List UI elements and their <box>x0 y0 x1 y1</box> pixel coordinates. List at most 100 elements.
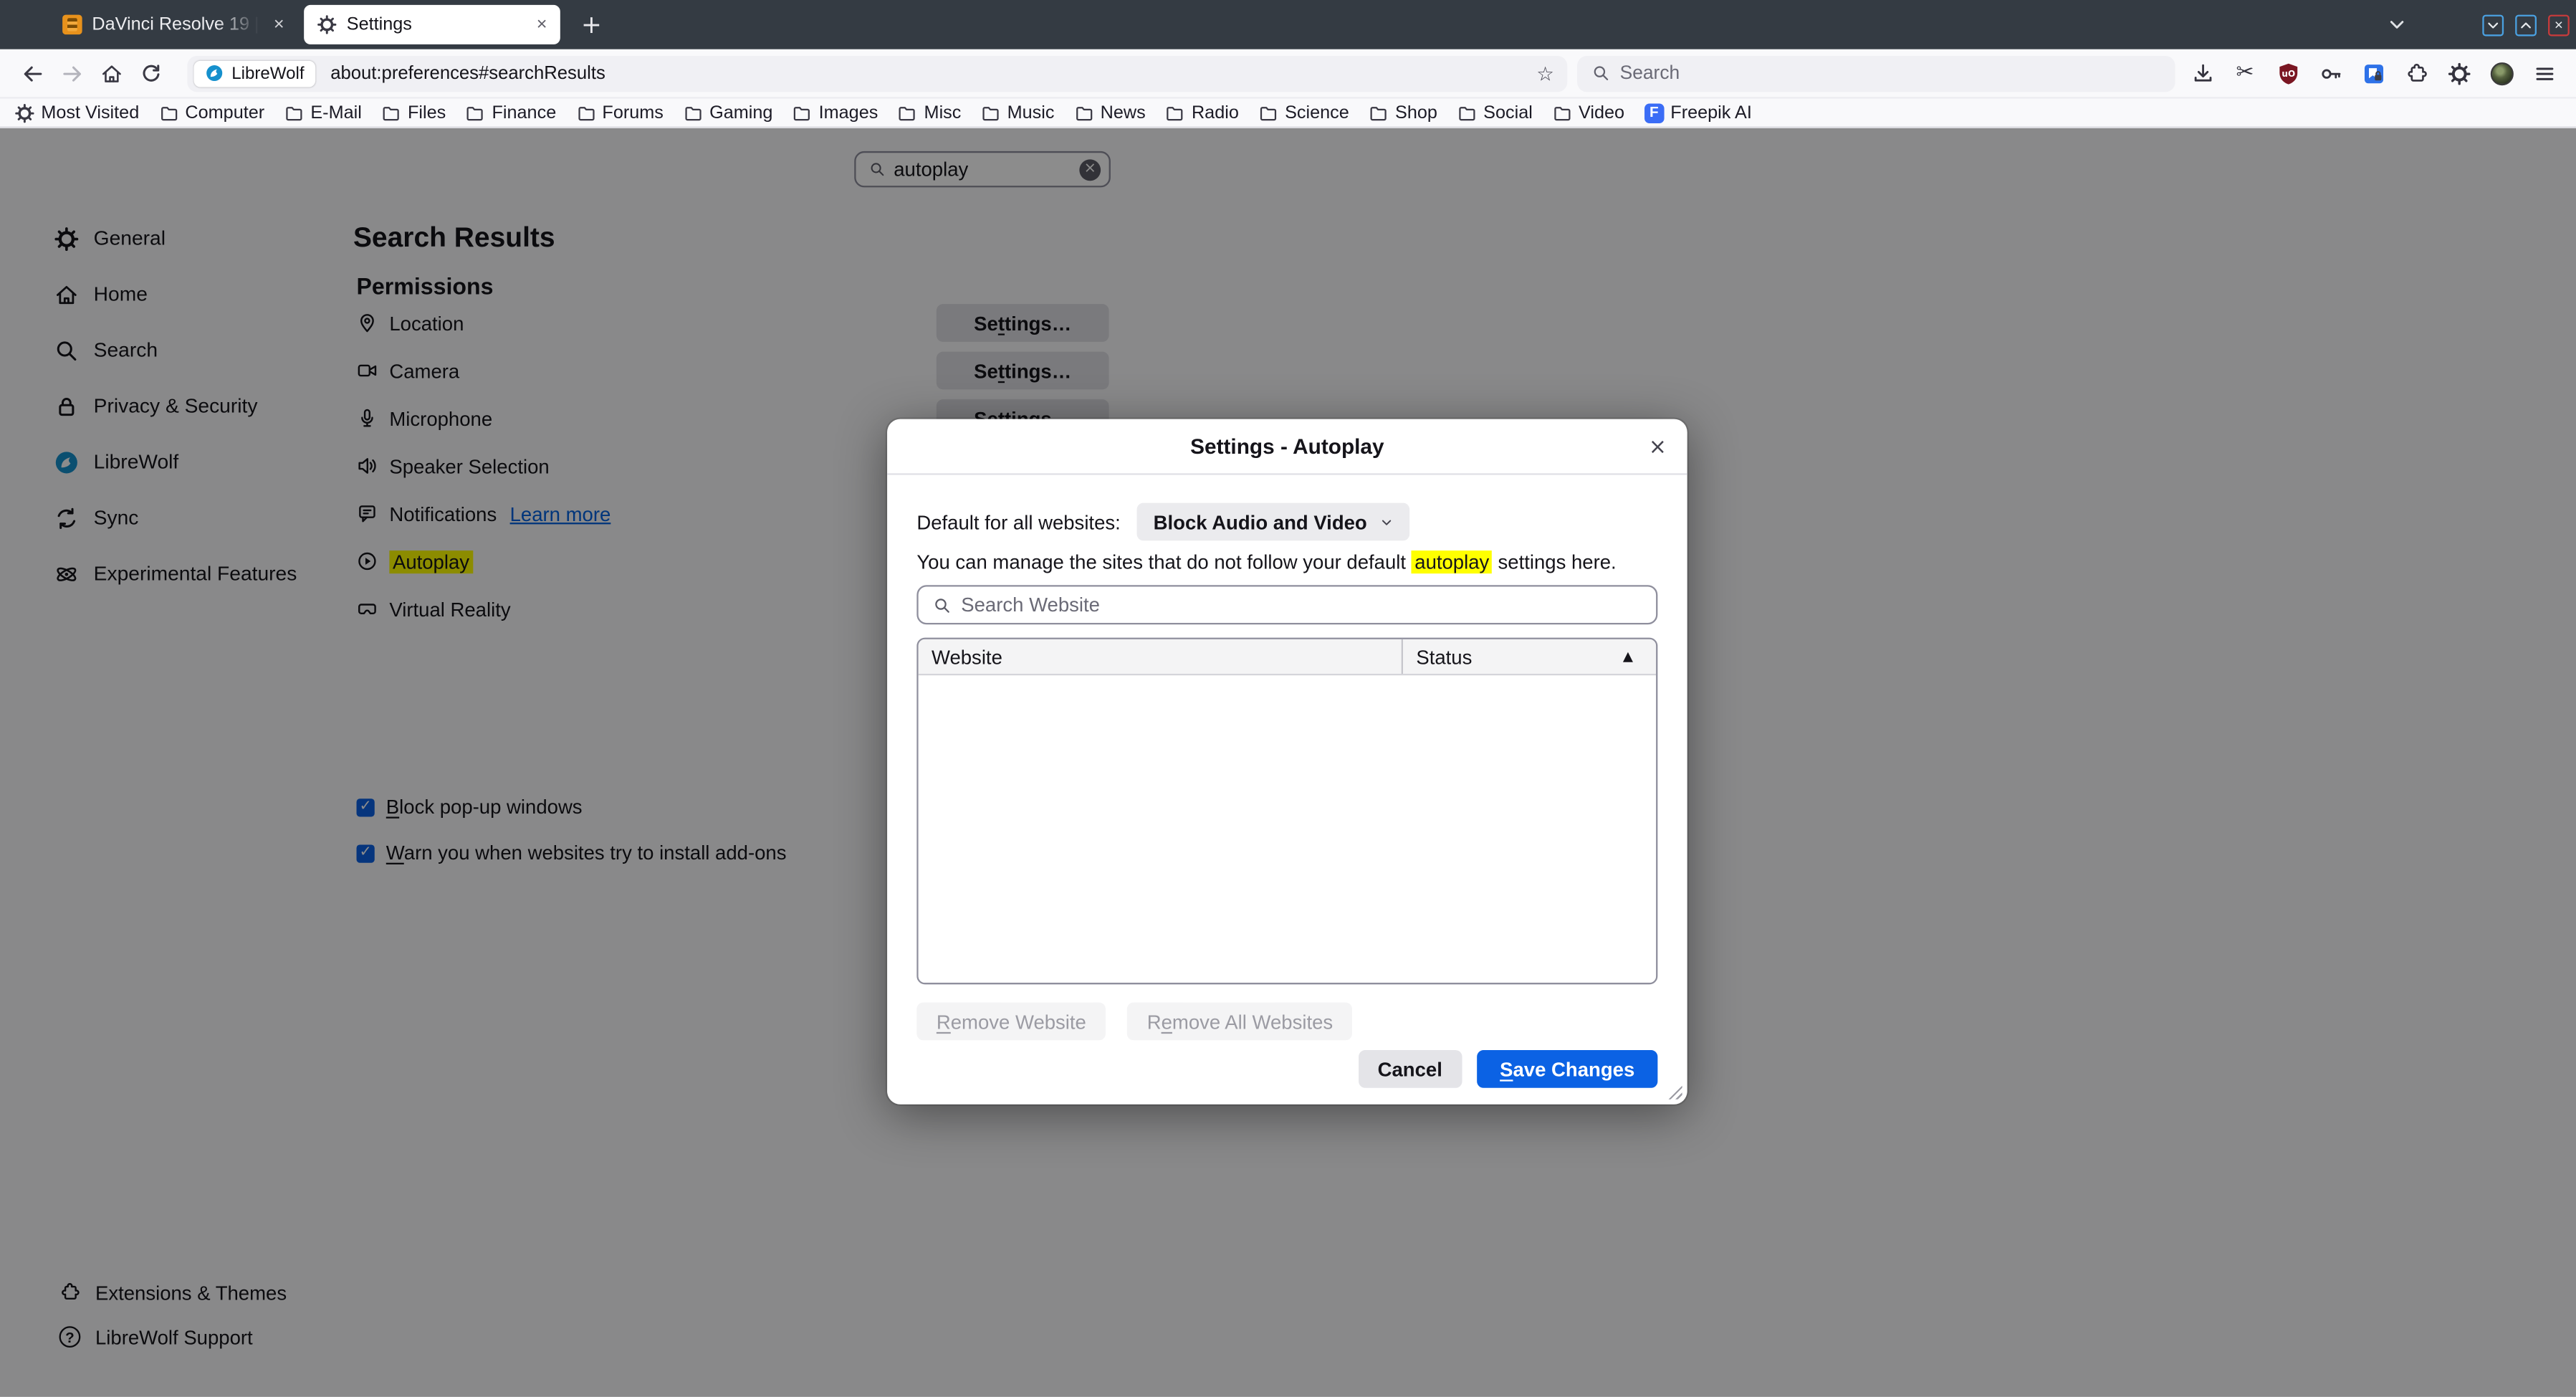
bookmark-folder-files[interactable]: Files <box>381 102 446 123</box>
extensions-puzzle-icon[interactable] <box>2403 61 2428 85</box>
save-changes-button[interactable]: Save Changes <box>1477 1050 1657 1088</box>
search-input[interactable] <box>1620 63 2175 83</box>
ublock-origin-icon[interactable] <box>2275 61 2299 85</box>
website-search-input[interactable] <box>961 593 1656 616</box>
dialog-title: Settings - Autoplay <box>1190 434 1384 458</box>
gear-icon <box>317 15 337 35</box>
remove-website-button[interactable]: Remove Website <box>916 1003 1106 1041</box>
bookmark-folder-images[interactable]: Images <box>793 102 878 123</box>
folder-icon <box>1369 102 1389 123</box>
tab-settings[interactable]: Settings × <box>304 5 560 44</box>
tab-bar: DaVinci Resolve 19 | Blackm × Settings ×… <box>0 0 2576 49</box>
back-button[interactable] <box>13 54 52 93</box>
dialog-close-icon[interactable]: × <box>1644 434 1671 460</box>
tab-title: DaVinci Resolve 19 | Blackm <box>92 15 264 35</box>
librewolf-logo-icon <box>206 64 224 82</box>
bookmark-folder-gaming[interactable]: Gaming <box>683 102 772 123</box>
tab-close-icon[interactable]: × <box>274 16 284 34</box>
site-identity-badge[interactable]: LibreWolf <box>194 60 316 87</box>
bookmark-folder-shop[interactable]: Shop <box>1369 102 1437 123</box>
remove-buttons-row: Remove Website Remove All Websites <box>916 1003 1657 1041</box>
search-icon <box>1592 64 1610 82</box>
folder-icon <box>898 102 918 123</box>
folder-icon <box>1074 102 1094 123</box>
dialog-description: You can manage the sites that do not fol… <box>916 550 1657 573</box>
folder-icon <box>1165 102 1185 123</box>
bookmark-star-icon[interactable]: ☆ <box>1536 62 1554 85</box>
site-badge-label: LibreWolf <box>231 63 304 83</box>
folder-icon <box>1552 102 1572 123</box>
bookmark-folder-misc[interactable]: Misc <box>898 102 962 123</box>
folder-icon <box>1457 102 1477 123</box>
bookmark-folder-music[interactable]: Music <box>981 102 1055 123</box>
minimize-button[interactable] <box>2482 14 2504 35</box>
privacy-extension-icon[interactable] <box>2361 61 2385 85</box>
reload-button[interactable] <box>131 54 171 93</box>
bookmark-folder-finance[interactable]: Finance <box>466 102 556 123</box>
search-bar[interactable] <box>1577 55 2175 91</box>
default-policy-row: Default for all websites: Block Audio an… <box>916 503 1657 541</box>
password-key-icon[interactable] <box>2318 61 2342 85</box>
settings-gear-icon[interactable] <box>2446 61 2471 85</box>
maximize-button[interactable] <box>2515 14 2537 35</box>
website-search-field[interactable] <box>916 585 1657 624</box>
websites-table: Website Status ▲ <box>916 638 1657 985</box>
folder-icon <box>576 102 596 123</box>
freepik-icon: F <box>1644 102 1665 123</box>
bookmark-folder-forums[interactable]: Forums <box>576 102 664 123</box>
bookmark-folder-science[interactable]: Science <box>1258 102 1349 123</box>
dialog-actions-row: Cancel Save Changes <box>916 1050 1657 1088</box>
home-button[interactable] <box>92 54 131 93</box>
profile-avatar[interactable] <box>2489 61 2514 85</box>
settings-page: General Home Search Privacy & Security L… <box>0 128 2576 1397</box>
list-all-tabs-button[interactable] <box>2379 6 2415 42</box>
url-text: about:preferences#searchResults <box>330 63 605 83</box>
bookmark-folder-computer[interactable]: Computer <box>159 102 264 123</box>
default-policy-dropdown[interactable]: Block Audio and Video <box>1137 503 1410 541</box>
websites-table-body <box>919 675 1656 983</box>
tab-close-icon[interactable]: × <box>537 16 547 34</box>
cancel-button[interactable]: Cancel <box>1358 1050 1462 1088</box>
bookmark-folder-social[interactable]: Social <box>1457 102 1532 123</box>
sort-ascending-icon: ▲ <box>1623 649 1633 664</box>
chevron-down-icon <box>1380 515 1393 528</box>
menu-hamburger-icon[interactable] <box>2532 61 2556 85</box>
folder-icon <box>284 102 305 123</box>
column-header-website[interactable]: Website <box>919 639 1402 674</box>
folder-icon <box>381 102 401 123</box>
folder-icon <box>683 102 703 123</box>
dialog-body: Default for all websites: Block Audio an… <box>887 475 1687 1088</box>
default-policy-label: Default for all websites: <box>916 510 1120 533</box>
folder-icon <box>159 102 179 123</box>
search-icon <box>933 596 951 614</box>
url-bar[interactable]: LibreWolf about:preferences#searchResult… <box>187 55 1567 91</box>
downloads-icon[interactable] <box>2190 61 2214 85</box>
toolbar-actions: ✂ <box>2175 61 2563 85</box>
bookmark-folder-radio[interactable]: Radio <box>1165 102 1239 123</box>
gear-icon <box>15 102 35 123</box>
bookmark-most-visited[interactable]: Most Visited <box>15 102 140 123</box>
bookmark-folder-video[interactable]: Video <box>1552 102 1624 123</box>
remove-all-websites-button[interactable]: Remove All Websites <box>1127 1003 1353 1041</box>
tab-davinci-resolve[interactable]: DaVinci Resolve 19 | Blackm × <box>49 5 297 44</box>
bookmarks-toolbar: Most Visited Computer E-Mail Files Finan… <box>0 99 2576 128</box>
folder-icon <box>1258 102 1278 123</box>
browser-window: uO DaVinci Resolve 19 | Blackm × Setting… <box>0 0 2576 1397</box>
folder-icon <box>981 102 1001 123</box>
window-controls: × <box>2482 14 2570 35</box>
folder-icon <box>793 102 813 123</box>
dialog-header: Settings - Autoplay × <box>887 419 1687 475</box>
bookmark-folder-news[interactable]: News <box>1074 102 1146 123</box>
forward-button[interactable] <box>52 54 92 93</box>
tab-title: Settings <box>347 15 527 35</box>
folder-icon <box>466 102 486 123</box>
close-window-button[interactable]: × <box>2548 14 2570 35</box>
new-tab-button[interactable]: + <box>573 6 609 42</box>
bookmark-folder-email[interactable]: E-Mail <box>284 102 362 123</box>
navigation-toolbar: LibreWolf about:preferences#searchResult… <box>0 49 2576 99</box>
autoplay-settings-dialog: Settings - Autoplay × Default for all we… <box>887 419 1687 1105</box>
screenshot-scissors-icon[interactable]: ✂ <box>2233 61 2257 85</box>
column-header-status[interactable]: Status ▲ <box>1402 639 1656 674</box>
bookmark-freepik-ai[interactable]: FFreepik AI <box>1644 102 1752 123</box>
websites-table-header: Website Status ▲ <box>919 639 1656 675</box>
